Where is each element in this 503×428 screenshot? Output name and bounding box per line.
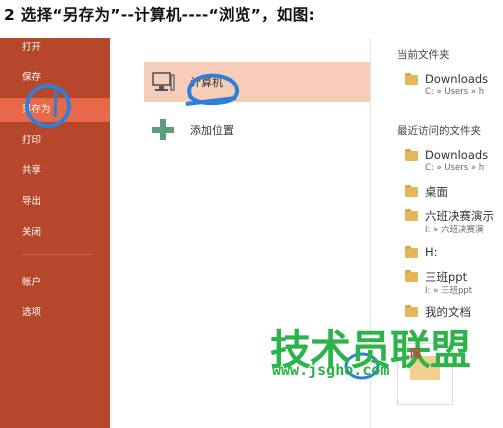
folder-item-class3-ppt[interactable]: 三班ppt I: » 三班ppt — [405, 269, 503, 297]
folder-path: I: » 六班决赛演 — [425, 225, 484, 235]
folder-path: C: » Users » h — [425, 163, 485, 173]
folder-icon — [405, 209, 418, 221]
sidebar-item-save[interactable]: 保存 — [0, 66, 110, 90]
sidebar-item-print[interactable]: 打印 — [0, 129, 110, 153]
current-folder-heading: 当前文件夹 — [397, 49, 450, 61]
folder-path: C: » Users » h — [425, 87, 485, 97]
folder-name: 桌面 — [425, 185, 448, 199]
sidebar-item-options[interactable]: 选项 — [0, 301, 110, 325]
folder-name: Downloads — [425, 148, 489, 162]
folder-item-current-downloads[interactable]: Downloads C: » Users » h — [405, 72, 503, 100]
sidebar-item-export[interactable]: 导出 — [0, 190, 110, 214]
sidebar-item-save-as[interactable]: 另存为 — [0, 98, 110, 122]
folder-icon — [405, 270, 418, 282]
folder-name: H: — [425, 245, 438, 259]
place-add-location-label: 添加位置 — [190, 124, 234, 137]
folder-name: 六班决赛演示 — [425, 209, 494, 223]
folder-path: I: » 三班ppt — [425, 286, 473, 296]
folder-icon — [405, 246, 418, 258]
place-computer-label: 计算机 — [190, 76, 223, 89]
sidebar-item-account[interactable]: 帐户 — [0, 271, 110, 295]
sidebar-item-close[interactable]: 关闭 — [0, 221, 110, 245]
instruction-caption: 2 选择“另存为”--计算机----“浏览”，如图: — [4, 6, 316, 24]
sidebar-item-share[interactable]: 共享 — [0, 159, 110, 183]
folder-icon — [405, 149, 418, 161]
sidebar-divider — [22, 254, 92, 255]
folder-icon — [405, 185, 418, 197]
watermark-red-text: 网 — [410, 347, 421, 360]
computer-icon — [150, 69, 176, 95]
recent-folders-heading: 最近访问的文件夹 — [397, 125, 481, 137]
sidebar-item-open[interactable]: 打开 — [0, 36, 110, 60]
folder-name: 三班ppt — [425, 270, 468, 284]
watermark-url: www.jsgho.com — [272, 361, 390, 379]
place-computer[interactable]: 计算机 — [144, 62, 370, 102]
plus-icon — [150, 117, 176, 143]
folder-name: Downloads — [425, 72, 489, 86]
folder-item-recent-downloads[interactable]: Downloads C: » Users » h — [405, 148, 503, 176]
backstage-sidebar: 打开 保存 另存为 打印 共享 导出 关闭 帐户 选项 — [0, 38, 110, 428]
folder-item-class6[interactable]: 六班决赛演示 I: » 六班决赛演 — [405, 208, 503, 236]
folder-icon — [405, 73, 418, 85]
